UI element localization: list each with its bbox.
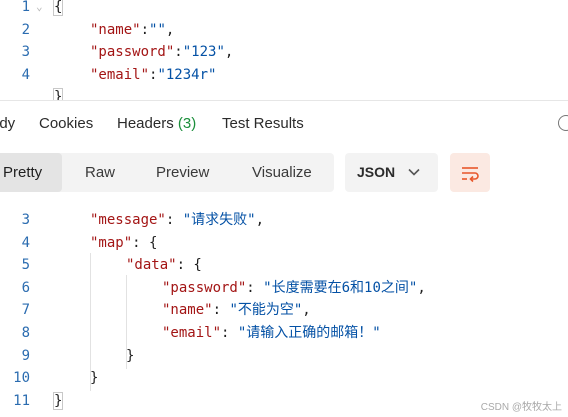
json-punctuation: {: [52, 0, 64, 16]
line-number: 9: [21, 347, 30, 364]
response-body-viewer[interactable]: 3 "message": "请求失败", 4 "map": {5 "data": {6 "…: [0, 209, 568, 417]
code-content: "password": "长度需要在6和10之间",: [162, 277, 426, 299]
fold-chevron-icon[interactable]: ⌄: [36, 0, 43, 18]
code-line: 9}: [0, 345, 568, 367]
line-number: 4: [21, 66, 30, 83]
watermark: CSDN @牧牧太上: [480, 402, 562, 413]
tab-headers[interactable]: Headers (3): [117, 115, 196, 132]
json-key: "email": [90, 66, 150, 83]
line-number: 10: [13, 370, 30, 387]
view-visualize-button[interactable]: Visualize: [252, 153, 312, 192]
line-number: 8: [21, 325, 30, 341]
code-content: }: [52, 86, 64, 100]
line-number: 7: [21, 302, 30, 319]
json-punctuation: :: [221, 325, 238, 341]
view-raw-button[interactable]: Raw: [85, 153, 115, 192]
json-punctuation: : {: [132, 234, 158, 251]
code-content: }: [90, 367, 98, 389]
json-punctuation: :: [246, 279, 264, 296]
json-string: "请求失败": [182, 212, 256, 228]
line-number: 3: [21, 44, 30, 61]
json-punctuation: :: [140, 21, 150, 38]
view-preview-button[interactable]: Preview: [156, 153, 209, 192]
view-mode-selector: Pretty Raw Preview Visualize: [0, 153, 334, 192]
json-string: "": [149, 21, 166, 38]
globe-icon[interactable]: [558, 115, 568, 131]
json-string: "长度需要在6和10之间": [263, 279, 418, 296]
chevron-down-icon: [408, 168, 420, 176]
code-line: 7 "name": "不能为空",: [0, 299, 568, 321]
headers-count-badge: (3): [177, 115, 197, 132]
language-dropdown[interactable]: JSON: [345, 153, 438, 192]
json-key: "data": [126, 257, 177, 274]
tab-cookies[interactable]: Cookies: [39, 115, 93, 132]
code-line: 3 "password":"123",: [0, 41, 568, 63]
wrap-lines-icon: [462, 167, 479, 183]
line-number: 1: [21, 0, 30, 15]
code-content: "email":"1234r": [90, 64, 216, 86]
json-string: "1234r": [157, 66, 217, 83]
json-punctuation: }: [126, 347, 135, 364]
json-punctuation: ,: [165, 21, 175, 38]
json-punctuation: : {: [176, 257, 202, 274]
json-punctuation: }: [90, 370, 99, 387]
code-line: 4 "email":"1234r": [0, 64, 568, 86]
view-pretty-button[interactable]: Pretty: [0, 153, 63, 192]
code-line: 1 ⌄ {: [0, 0, 568, 18]
language-dropdown-label: JSON: [357, 164, 396, 180]
code-content: "name":"",: [90, 19, 174, 41]
json-punctuation: }: [52, 391, 64, 410]
code-line: 2 "name":"",: [0, 19, 568, 41]
code-line: 5 "data": {: [0, 254, 568, 276]
json-punctuation: :: [212, 302, 230, 319]
line-number: 3: [21, 212, 30, 228]
json-key: "name": [90, 21, 141, 38]
tab-headers-label: Headers: [117, 115, 174, 132]
response-tabs: ody Cookies Headers (3) Test Results: [0, 101, 568, 147]
code-line: 8 "email": "请输入正确的邮箱！": [0, 322, 568, 344]
json-string: "不能为空": [229, 302, 303, 319]
code-content: "message": "请求失败",: [90, 209, 264, 231]
code-line: 6 "password": "长度需要在6和10之间",: [0, 277, 568, 299]
wrap-lines-button[interactable]: [450, 153, 490, 192]
json-key: "message": [90, 212, 166, 228]
json-key: "email": [162, 325, 222, 341]
code-content: "password":"123",: [90, 41, 233, 63]
json-punctuation: ,: [255, 212, 265, 228]
line-number: 6: [21, 279, 30, 296]
code-content: }: [52, 390, 64, 412]
code-line: 10}: [0, 367, 568, 389]
json-punctuation: ,: [417, 279, 426, 296]
line-number: 2: [21, 21, 30, 38]
json-key: "name": [162, 302, 213, 319]
json-punctuation: :: [174, 44, 183, 61]
json-key: "map": [90, 234, 133, 251]
code-content: }: [126, 345, 134, 367]
json-key: "password": [90, 44, 175, 61]
tab-body[interactable]: ody: [0, 115, 15, 132]
json-string: "请输入正确的邮箱！": [237, 325, 381, 341]
json-key: "password": [162, 279, 247, 296]
request-body-editor[interactable]: 1 ⌄{2 "name":"", 3 "password":"123", 4 "email"…: [0, 0, 568, 100]
code-content: "email": "请输入正确的邮箱！": [162, 322, 381, 344]
code-line: }: [0, 86, 568, 100]
json-punctuation: ,: [224, 44, 234, 61]
json-string: "123": [182, 44, 225, 61]
line-number: 11: [13, 392, 30, 409]
code-line: 4 "map": {: [0, 232, 568, 254]
code-content: "name": "不能为空",: [162, 299, 311, 321]
format-toolbar: Pretty Raw Preview Visualize JSON: [0, 153, 568, 193]
code-content: {: [52, 0, 64, 18]
code-content: "map": {: [90, 232, 157, 254]
line-number: 4: [21, 234, 30, 251]
json-punctuation: }: [52, 88, 64, 100]
line-number: 5: [21, 257, 30, 274]
tab-test-results[interactable]: Test Results: [222, 115, 304, 132]
json-punctuation: ,: [302, 302, 311, 319]
code-content: "data": {: [126, 254, 202, 276]
code-line: 3 "message": "请求失败",: [0, 209, 568, 231]
json-punctuation: :: [165, 212, 183, 228]
